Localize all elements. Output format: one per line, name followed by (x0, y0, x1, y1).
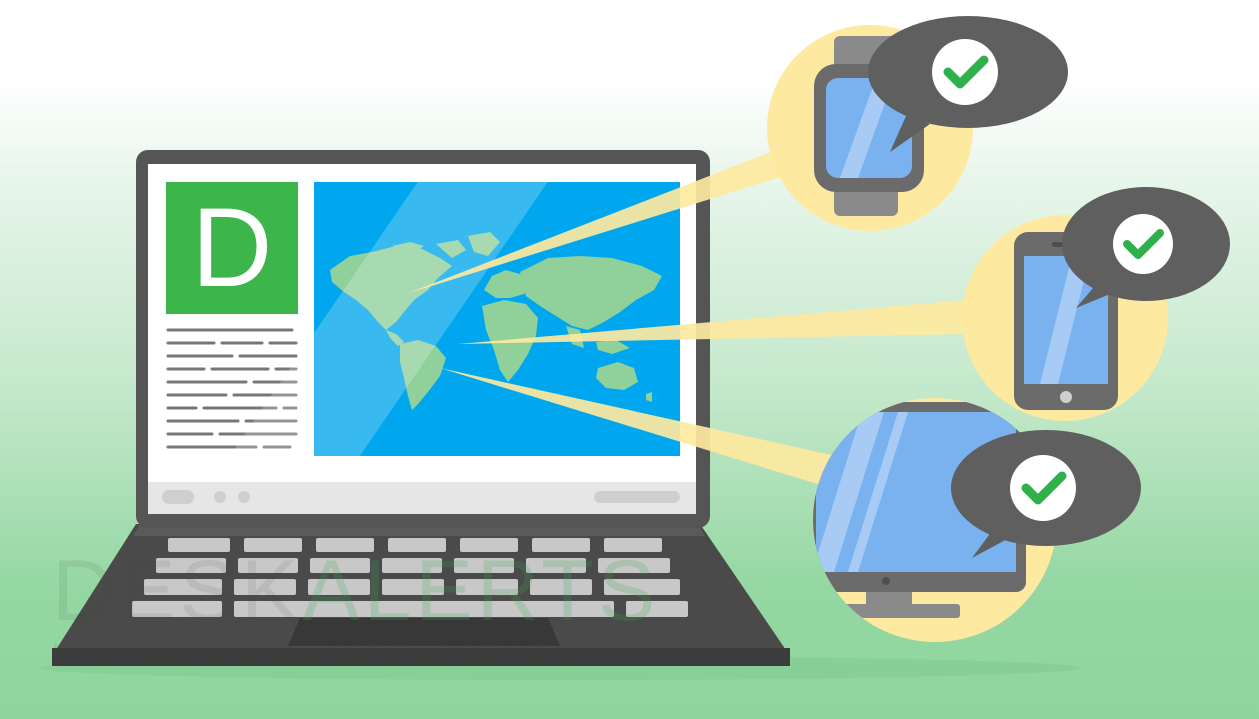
status-bar-dot (238, 491, 250, 503)
status-bar-dot (214, 491, 226, 503)
laptop-trackpad (288, 618, 560, 646)
status-bar-input (594, 491, 680, 503)
app-logo-letter: D (192, 185, 273, 310)
check-circle-icon (1010, 455, 1076, 521)
check-circle-icon (1113, 214, 1173, 274)
check-circle-icon (932, 39, 998, 105)
illustration-scene: D (40, 16, 1230, 680)
laptop: D (52, 150, 790, 666)
status-bar-toggle (162, 490, 194, 504)
